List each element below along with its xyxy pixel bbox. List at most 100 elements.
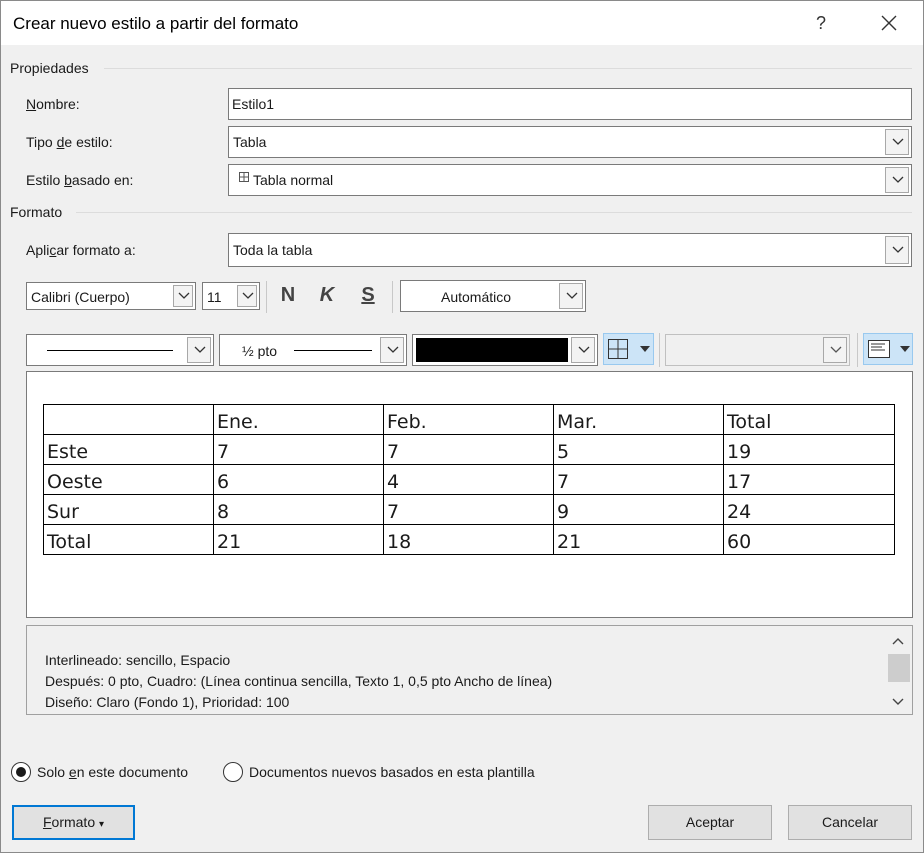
based-on-dropdown-arrow[interactable] <box>885 167 909 193</box>
style-type-dropdown[interactable]: Tabla <box>228 126 912 158</box>
chevron-down-icon <box>892 176 904 183</box>
table-cell: 9 <box>553 494 724 525</box>
solid-line-icon <box>47 350 173 351</box>
based-on-dropdown[interactable]: Tabla normal <box>228 164 912 196</box>
table-cell: 18 <box>383 524 554 555</box>
underline-button[interactable]: S <box>354 280 382 310</box>
cancel-button[interactable]: Cancelar <box>788 805 912 840</box>
title-bar: Crear nuevo estilo a partir del formato … <box>0 0 924 45</box>
toolbar-separator <box>857 333 858 367</box>
border-style-dropdown[interactable] <box>26 334 214 366</box>
name-input[interactable]: Estilo1 <box>228 88 912 120</box>
table-cell: 19 <box>723 434 895 465</box>
table-cell: Sur <box>43 494 214 525</box>
chevron-down-icon <box>387 346 399 353</box>
table-grid-icon <box>239 172 249 182</box>
apply-to-dropdown[interactable]: Toda la tabla <box>228 233 912 267</box>
font-color-dropdown[interactable]: Automático <box>400 280 586 312</box>
preview-table: Ene. Feb. Mar. Total Este 7 7 5 19 Oeste… <box>43 404 895 555</box>
border-weight-value: ½ pto <box>242 343 278 359</box>
apply-to-dropdown-arrow[interactable] <box>885 236 909 264</box>
close-button[interactable] <box>871 7 907 39</box>
table-cell: 7 <box>383 434 554 465</box>
bold-button[interactable]: N <box>274 280 302 310</box>
table-cell: 7 <box>553 464 724 495</box>
italic-button[interactable]: K <box>313 280 341 310</box>
dialog-title: Crear nuevo estilo a partir del formato <box>13 14 299 33</box>
table-row: Oeste 6 4 7 17 <box>43 464 895 495</box>
format-button[interactable]: Formato ▾ <box>12 805 135 840</box>
table-row: Ene. Feb. Mar. Total <box>43 404 895 435</box>
table-row: Este 7 7 5 19 <box>43 434 895 465</box>
only-this-document-label: Solo en este documento <box>37 764 189 780</box>
scrollbar-thumb[interactable] <box>888 654 910 682</box>
toolbar-separator <box>266 281 267 313</box>
chevron-down-icon <box>566 292 578 299</box>
border-weight-dropdown[interactable]: ½ pto <box>219 334 407 366</box>
font-size-dropdown[interactable]: 11 <box>202 282 260 310</box>
table-cell: 21 <box>213 524 384 555</box>
table-cell: 7 <box>213 434 384 465</box>
help-button[interactable]: ? <box>807 7 835 39</box>
border-style-dropdown-arrow[interactable] <box>187 337 211 363</box>
border-color-dropdown-arrow[interactable] <box>571 337 595 363</box>
toolbar-separator <box>659 333 660 367</box>
description-line: Diseño: Claro (Fondo 1), Prioridad: 100 <box>45 694 290 710</box>
new-documents-radio[interactable] <box>223 762 243 782</box>
shading-dropdown[interactable] <box>665 334 850 366</box>
table-cell: 6 <box>213 464 384 495</box>
format-section-label: Formato <box>10 204 63 220</box>
chevron-down-icon[interactable] <box>892 698 904 706</box>
name-input-value: Estilo1 <box>232 96 275 112</box>
apply-to-label: Aplicar formato a: <box>26 242 136 258</box>
chevron-down-icon <box>892 138 904 145</box>
chevron-down-icon <box>892 246 904 253</box>
table-row: Total 21 18 21 60 <box>43 524 895 555</box>
border-weight-dropdown-arrow[interactable] <box>380 337 404 363</box>
only-this-document-radio[interactable] <box>11 762 31 782</box>
only-this-document-option[interactable]: Solo en este documento <box>11 762 211 784</box>
borders-button[interactable] <box>603 333 654 365</box>
new-documents-option[interactable]: Documentos nuevos basados en esta planti… <box>223 762 573 784</box>
table-preview: Ene. Feb. Mar. Total Este 7 7 5 19 Oeste… <box>26 371 913 618</box>
properties-divider <box>104 68 912 69</box>
font-dropdown[interactable]: Calibri (Cuerpo) <box>26 282 196 310</box>
font-color-dropdown-arrow[interactable] <box>559 283 583 309</box>
table-cell: 8 <box>213 494 384 525</box>
table-cell: 60 <box>723 524 895 555</box>
font-size-dropdown-arrow[interactable] <box>237 285 257 307</box>
dropdown-arrow-icon: ▾ <box>99 819 105 830</box>
table-cell: Total <box>43 524 214 555</box>
chevron-down-icon <box>830 346 842 353</box>
chevron-down-icon <box>578 346 590 353</box>
new-documents-label: Documentos nuevos basados en esta planti… <box>249 764 535 780</box>
table-cell: Oeste <box>43 464 214 495</box>
border-color-dropdown[interactable] <box>412 334 598 366</box>
description-line: Interlineado: sencillo, Espacio <box>45 652 231 668</box>
toolbar-separator <box>392 281 393 313</box>
style-type-value: Tabla <box>233 134 267 150</box>
description-scrollbar[interactable] <box>886 628 910 712</box>
based-on-label: Estilo basado en: <box>26 172 134 188</box>
table-cell: Ene. <box>213 404 384 435</box>
table-cell: 17 <box>723 464 895 495</box>
table-cell <box>43 404 214 435</box>
table-cell: Mar. <box>553 404 724 435</box>
cell-alignment-button[interactable] <box>863 333 913 365</box>
table-cell: 7 <box>383 494 554 525</box>
shading-dropdown-arrow[interactable] <box>823 337 847 363</box>
table-cell: 21 <box>553 524 724 555</box>
font-color-value: Automático <box>441 289 512 305</box>
name-label: Nombre: <box>26 96 80 112</box>
table-cell: 24 <box>723 494 895 525</box>
table-row: Sur 8 7 9 24 <box>43 494 895 525</box>
style-type-dropdown-arrow[interactable] <box>885 129 909 155</box>
table-cell: Total <box>723 404 895 435</box>
cell-alignment-icon <box>868 340 890 358</box>
chevron-up-icon[interactable] <box>892 637 904 645</box>
description-line: Después: 0 pto, Cuadro: (Línea continua … <box>45 673 553 689</box>
ok-button[interactable]: Aceptar <box>648 805 772 840</box>
based-on-value: Tabla normal <box>253 172 334 188</box>
table-cell: Este <box>43 434 214 465</box>
font-dropdown-arrow[interactable] <box>173 285 193 307</box>
